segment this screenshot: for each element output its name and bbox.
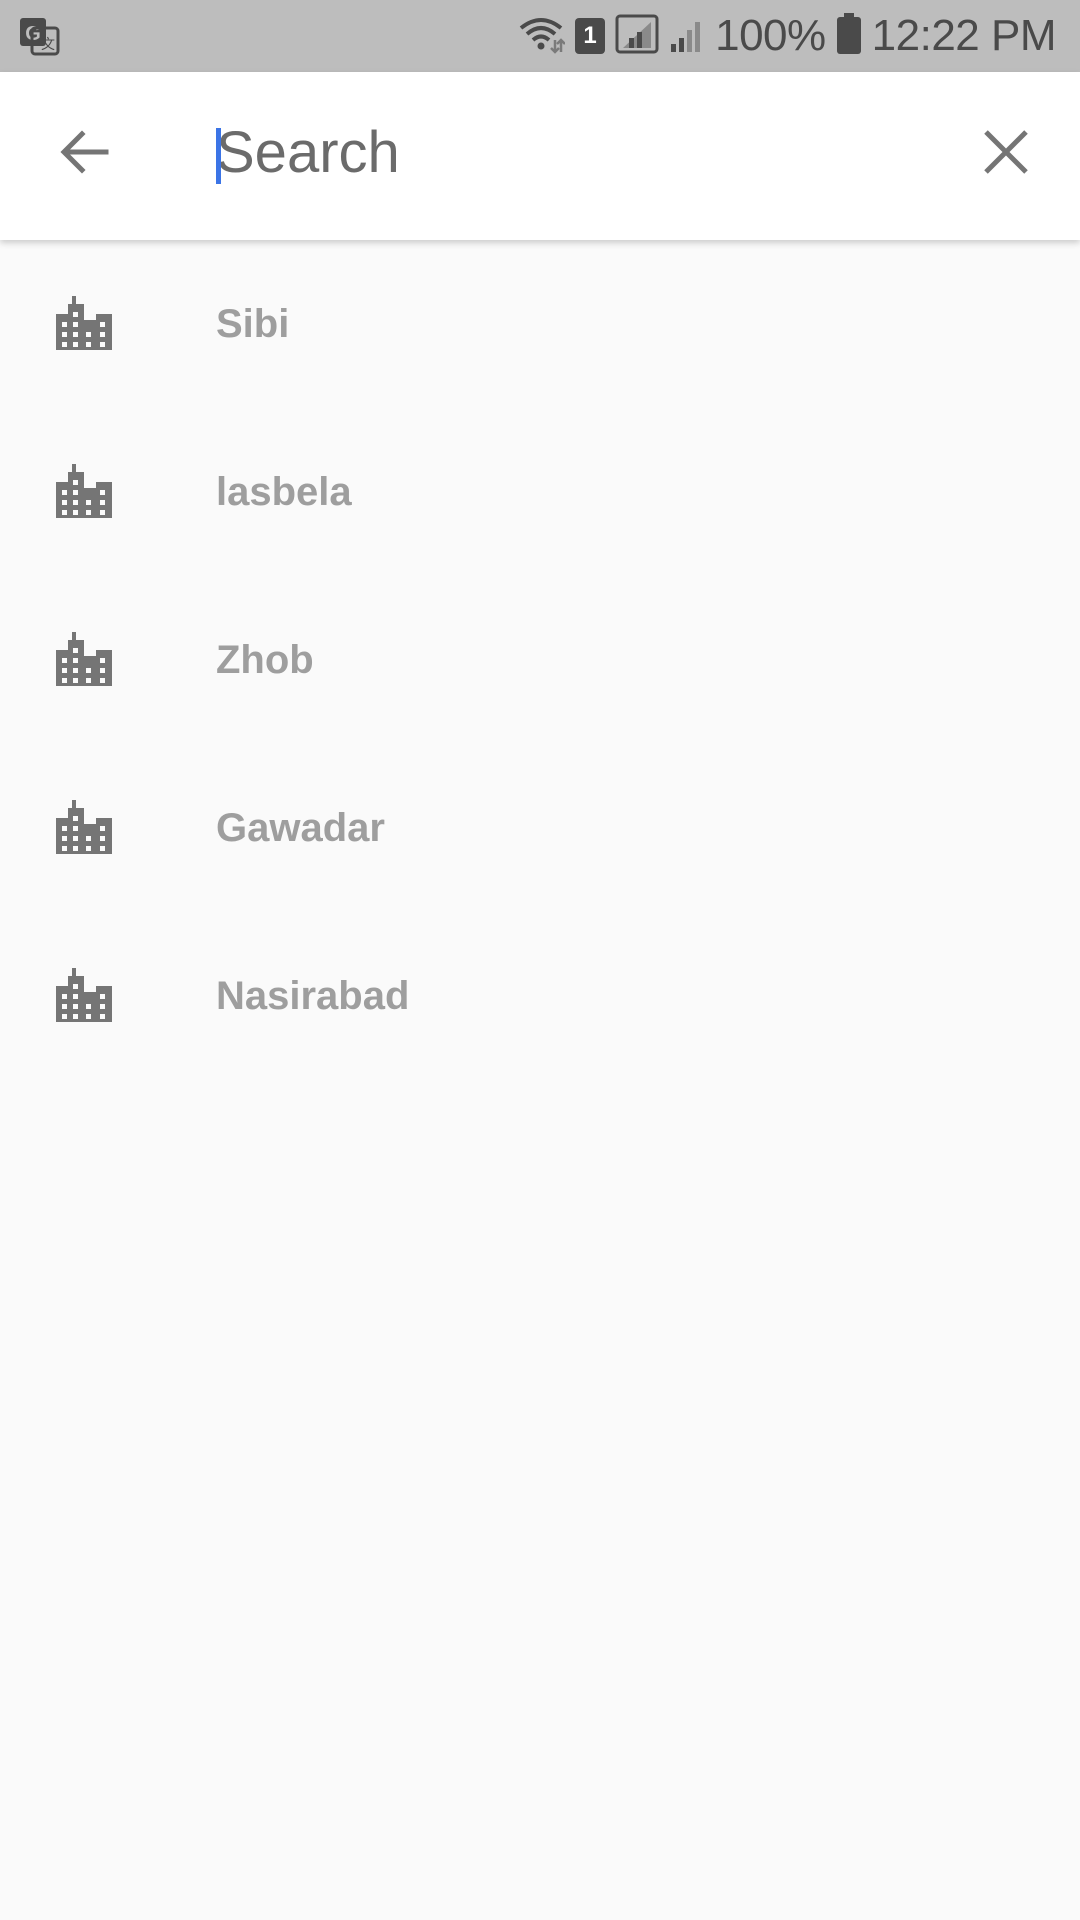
close-icon [984, 130, 1028, 174]
battery-icon [836, 12, 862, 60]
svg-text:文: 文 [41, 37, 55, 53]
clear-button[interactable] [976, 122, 1036, 182]
text-cursor [216, 128, 221, 184]
list-item[interactable]: lasbela [0, 408, 1080, 576]
city-icon [56, 630, 112, 686]
list-item[interactable]: Sibi [0, 240, 1080, 408]
list-item-label: Nasirabad [216, 974, 410, 1018]
list-item-label: lasbela [216, 470, 352, 514]
results-list: Sibi lasbela Zhob Gawadar Nasirabad [0, 240, 1080, 1080]
signal-strength-2-icon [669, 14, 705, 59]
city-icon [56, 798, 112, 854]
city-icon [56, 966, 112, 1022]
clock: 12:22 PM [871, 11, 1057, 60]
battery-percent: 100% [715, 11, 826, 60]
arrow-left-icon [60, 130, 109, 174]
list-item-label: Gawadar [216, 806, 385, 850]
list-item-label: Sibi [216, 302, 290, 346]
wifi-icon [517, 14, 566, 59]
sim-badge: 1 [575, 18, 606, 54]
google-translate-icon: G 文 [18, 16, 60, 56]
list-item[interactable]: Gawadar [0, 744, 1080, 912]
list-item[interactable]: Nasirabad [0, 912, 1080, 1080]
search-input[interactable] [216, 112, 916, 192]
list-item-label: Zhob [216, 638, 314, 682]
search-bar [0, 72, 1080, 240]
status-bar: G 文 1 100% 12:22 PM [0, 0, 1080, 72]
list-item[interactable]: Zhob [0, 576, 1080, 744]
signal-strength-icon [615, 14, 659, 59]
back-button[interactable] [54, 122, 114, 182]
city-icon [56, 462, 112, 518]
city-icon [56, 294, 112, 350]
